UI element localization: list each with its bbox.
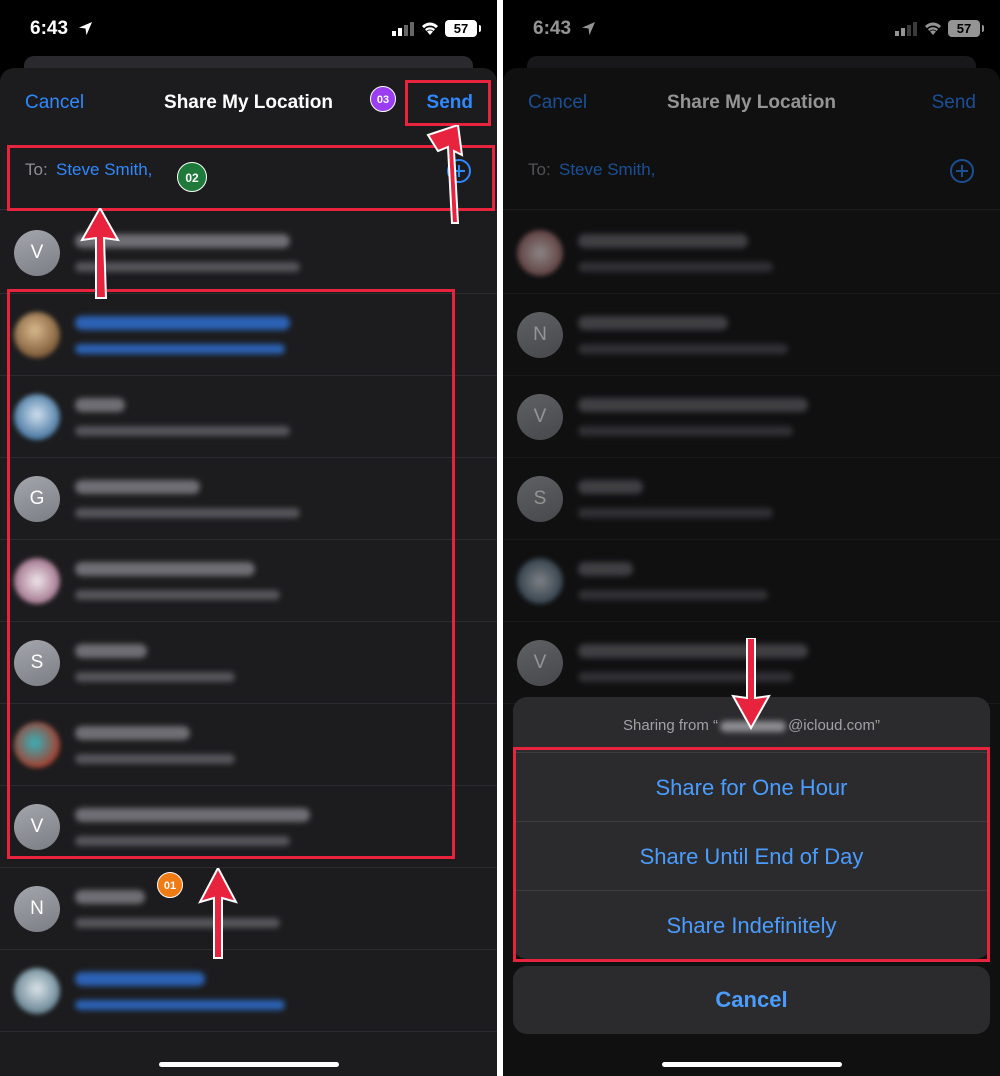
arrow-annotation-icon xyxy=(80,208,120,299)
highlight-contact-list xyxy=(7,289,455,859)
caption-suffix: @icloud.com” xyxy=(788,717,880,734)
battery-icon: 57 xyxy=(445,20,481,37)
status-bar: 6:43 57 xyxy=(0,0,497,60)
contact-number-blurred xyxy=(75,1000,285,1010)
right-phone-screen: 6:43 57 Cancel Share My Location Send To… xyxy=(503,0,1000,1076)
home-indicator xyxy=(661,1062,842,1067)
avatar: V xyxy=(14,230,60,276)
cellular-signal-icon xyxy=(392,22,414,36)
step-badge-2: 02 xyxy=(177,162,207,192)
avatar: N xyxy=(14,886,60,932)
contact-name-blurred xyxy=(75,972,205,986)
location-arrow-icon xyxy=(78,21,93,36)
wifi-icon xyxy=(422,22,438,35)
status-time: 6:43 xyxy=(30,18,69,39)
contact-number-blurred xyxy=(75,918,280,928)
caption-prefix: Sharing from “ xyxy=(623,717,719,734)
contact-row[interactable]: N xyxy=(0,868,497,950)
action-sheet-cancel-button[interactable]: Cancel xyxy=(513,966,990,1034)
contact-row[interactable] xyxy=(0,950,497,1032)
step-badge-3: 03 xyxy=(370,86,396,112)
left-phone-screen: 6:43 57 Cancel Share My Location Send To… xyxy=(0,0,497,1076)
arrow-annotation-icon xyxy=(731,638,771,730)
highlight-share-options xyxy=(513,747,990,962)
arrow-annotation-icon xyxy=(198,868,238,959)
contact-name-blurred xyxy=(75,890,145,904)
arrow-annotation-icon xyxy=(426,125,464,224)
home-indicator xyxy=(158,1062,339,1067)
avatar xyxy=(14,968,60,1014)
step-badge-1: 01 xyxy=(157,872,183,898)
highlight-send-button xyxy=(405,80,491,126)
